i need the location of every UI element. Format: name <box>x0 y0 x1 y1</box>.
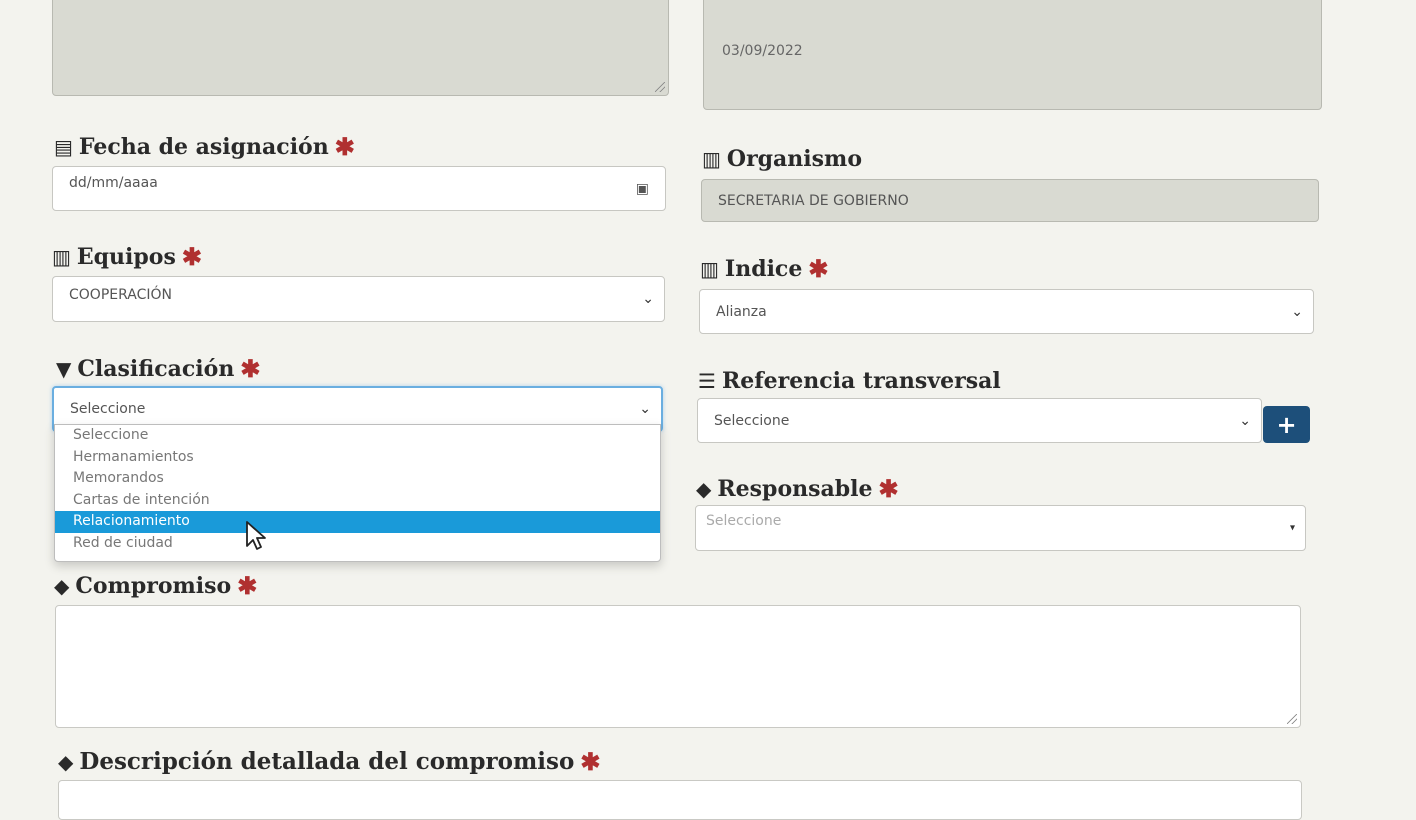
resize-handle[interactable] <box>655 82 665 92</box>
required-mark: ✱ <box>878 474 899 503</box>
top-right-date-field: 03/09/2022 <box>703 0 1322 110</box>
mouse-cursor-icon <box>246 521 266 550</box>
compromiso-textarea[interactable] <box>55 605 1301 728</box>
filter-icon: ▼ <box>56 357 72 381</box>
referencia-value: Seleccione <box>714 412 790 429</box>
equipos-select[interactable]: COOPERACIÓN ⌄ <box>52 276 665 322</box>
chevron-down-icon: ⌄ <box>639 401 651 417</box>
fecha-asignacion-input[interactable]: dd/mm/aaaa ▣ <box>52 166 666 211</box>
compromiso-label-text: Compromiso <box>75 573 232 599</box>
indice-label-text: Indice <box>724 256 803 282</box>
tag-icon: ◆ <box>54 574 70 598</box>
referencia-select[interactable]: Seleccione ⌄ <box>697 398 1262 443</box>
responsable-label: ◆ Responsable ✱ <box>696 476 899 502</box>
descripcion-label: ◆ Descripción detallada del compromiso ✱ <box>58 748 600 775</box>
date-value: 03/09/2022 <box>722 43 803 59</box>
referencia-label-text: Referencia transversal <box>721 368 1001 394</box>
add-referencia-button[interactable]: + <box>1263 406 1310 443</box>
dropdown-option[interactable]: Seleccione <box>55 425 660 447</box>
tag-icon: ◆ <box>58 749 74 774</box>
equipos-label-text: Equipos <box>76 244 176 270</box>
organismo-label-text: Organismo <box>726 146 862 172</box>
organismo-value: SECRETARIA DE GOBIERNO <box>718 192 909 209</box>
equipos-label: ▥ Equipos ✱ <box>52 244 202 270</box>
organismo-label: ▥ Organismo <box>702 146 862 172</box>
clasificacion-dropdown: Seleccione Hermanamientos Memorandos Car… <box>54 424 661 562</box>
responsable-select[interactable]: Seleccione ▾ <box>695 505 1306 551</box>
calendar-picker-icon[interactable]: ▣ <box>636 181 649 197</box>
tag-icon: ◆ <box>696 477 712 501</box>
descripcion-label-text: Descripción detallada del compromiso <box>79 748 575 775</box>
indice-select[interactable]: Alianza ⌄ <box>699 289 1314 334</box>
organismo-field: SECRETARIA DE GOBIERNO <box>701 179 1319 222</box>
clasificacion-label: ▼ Clasificación ✱ <box>56 356 260 382</box>
date-placeholder: dd/mm/aaaa <box>69 175 158 191</box>
responsable-label-text: Responsable <box>717 476 873 502</box>
indice-value: Alianza <box>716 303 767 320</box>
dropdown-option[interactable]: Hermanamientos <box>55 447 660 469</box>
chevron-down-icon: ⌄ <box>642 291 654 307</box>
fecha-asignacion-label: ▤ Fecha de asignación ✱ <box>54 134 355 160</box>
required-mark: ✱ <box>181 242 202 271</box>
plus-icon: + <box>1276 410 1297 439</box>
calendar-icon: ▤ <box>54 135 73 159</box>
required-mark: ✱ <box>237 571 258 600</box>
dropdown-option[interactable]: Red de ciudad <box>55 533 660 555</box>
fecha-asignacion-label-text: Fecha de asignación <box>78 134 329 160</box>
clasificacion-label-text: Clasificación <box>77 356 235 382</box>
indice-label: ▥ Indice ✱ <box>700 256 828 282</box>
required-mark: ✱ <box>334 132 355 161</box>
barcode-icon: ▥ <box>702 147 721 171</box>
equipos-value: COOPERACIÓN <box>69 287 172 303</box>
referencia-label: ☰ Referencia transversal <box>698 368 1001 394</box>
dropdown-option-highlighted[interactable]: Relacionamiento <box>55 511 660 533</box>
chevron-down-icon: ⌄ <box>1291 303 1303 320</box>
chevron-down-icon: ⌄ <box>1239 412 1251 429</box>
caret-down-icon: ▾ <box>1289 522 1295 534</box>
descripcion-textarea[interactable] <box>58 780 1302 820</box>
responsable-value: Seleccione <box>706 513 782 529</box>
required-mark: ✱ <box>808 254 829 283</box>
resize-handle[interactable] <box>1287 714 1297 724</box>
required-mark: ✱ <box>580 746 601 776</box>
clasificacion-value: Seleccione <box>70 401 146 417</box>
barcode-icon: ▥ <box>52 245 71 269</box>
required-mark: ✱ <box>240 354 261 383</box>
top-left-textarea[interactable] <box>52 0 669 96</box>
compromiso-label: ◆ Compromiso ✱ <box>54 573 257 599</box>
dropdown-option[interactable]: Cartas de intención <box>55 490 660 512</box>
barcode-icon: ▥ <box>700 257 719 281</box>
dropdown-option[interactable]: Memorandos <box>55 468 660 490</box>
list-icon: ☰ <box>698 369 716 393</box>
